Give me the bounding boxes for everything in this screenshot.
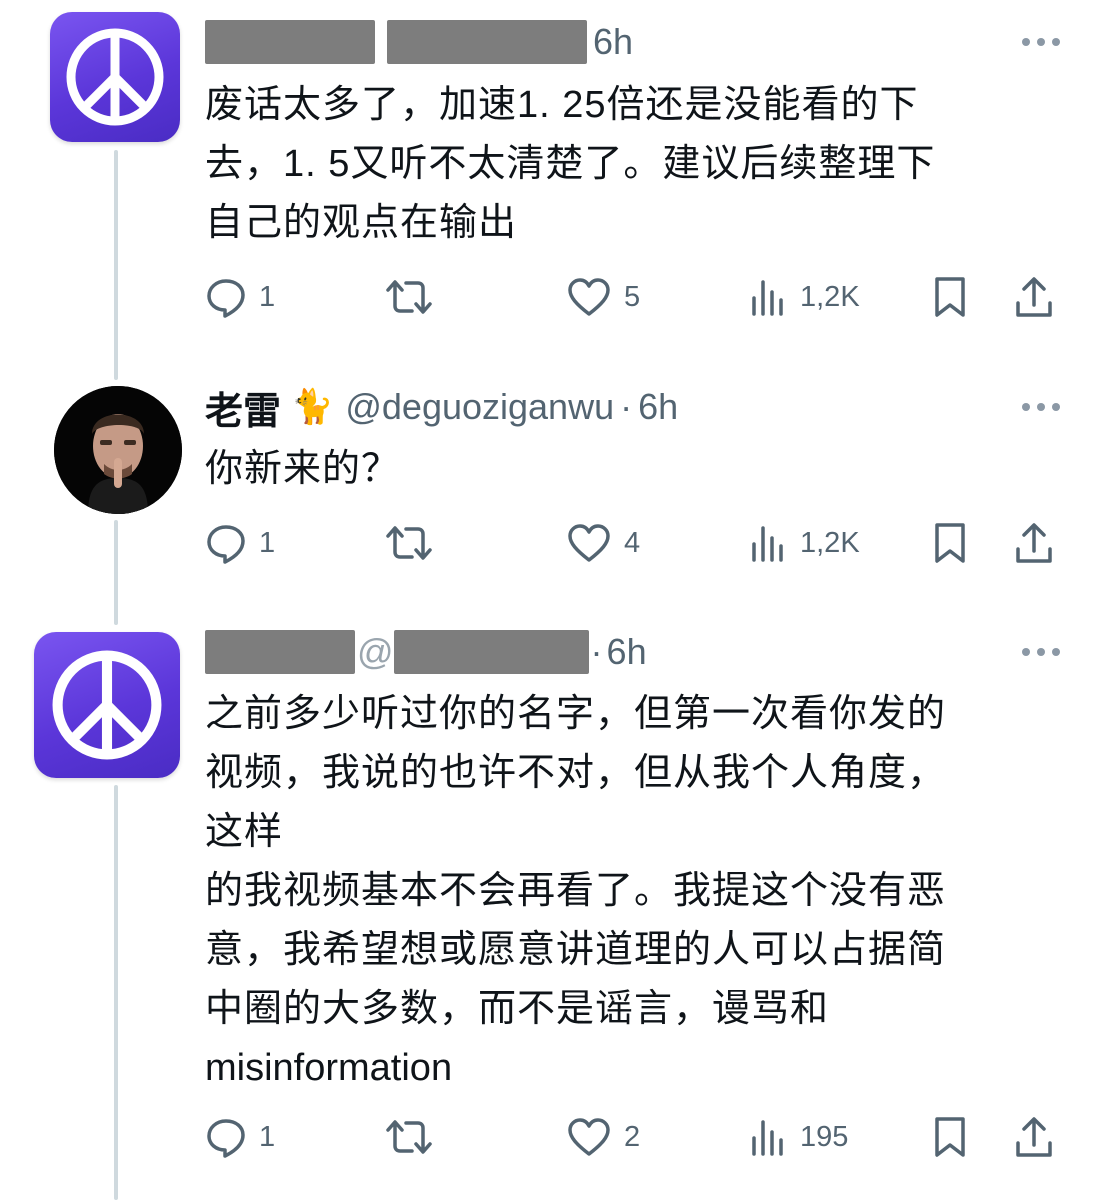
bar-chart-icon: [752, 1120, 783, 1156]
peace-sign-icon: [52, 650, 162, 760]
avatar[interactable]: [34, 632, 180, 778]
retweet-icon: [386, 1120, 432, 1154]
header-separator: ·: [590, 631, 603, 672]
view-count: 195: [800, 1120, 849, 1153]
tweet-text-line: 之前多少听过你的名字，但第一次看你发的: [205, 693, 947, 735]
reply-button[interactable]: 1: [205, 1112, 275, 1162]
tweet-text-line: misinformation: [205, 1047, 453, 1089]
bookmark-icon: [935, 1117, 965, 1157]
redacted-name: [205, 630, 355, 674]
tweet-text-line: 视频，我说的也许不对，但从我个人角度，: [205, 752, 947, 794]
tweet-text: 之前多少听过你的名字，但第一次看你发的 视频，我说的也许不对，但从我个人角度， …: [205, 685, 1065, 1098]
like-count: 2: [624, 1120, 641, 1153]
timestamp[interactable]: 6h: [607, 631, 647, 673]
reply-count: 1: [259, 1120, 276, 1153]
tweet-text-line: 的我视频基本不会再看了。我提这个没有恶: [205, 870, 947, 912]
handle-prefix: @: [357, 631, 394, 672]
tweet-text-line: 这样: [205, 811, 284, 853]
reply-bubble-icon: [207, 1119, 245, 1158]
share-button[interactable]: [1014, 1112, 1054, 1162]
views-button[interactable]: 195: [750, 1112, 848, 1162]
tweet[interactable]: @ · 6h 之前多少听过你的名字，但第一次看你发的 视频，我说的也许不对，但从…: [0, 0, 1113, 1200]
share-upload-icon: [1016, 1117, 1052, 1157]
tweet-text-line: 中圈的大多数，而不是谣言，谩骂和: [205, 988, 830, 1030]
tweet-header: @ · 6h: [205, 622, 1073, 682]
heart-icon: [568, 1118, 610, 1156]
retweet-button[interactable]: [384, 1112, 446, 1162]
tweet-text-line: 意，我希望想或愿意讲道理的人可以占据简: [205, 929, 947, 971]
more-horizontal-icon[interactable]: [1021, 646, 1061, 658]
like-button[interactable]: 2: [566, 1112, 640, 1162]
redacted-handle: [393, 630, 589, 674]
action-bar: 1 2 195: [0, 1112, 1113, 1162]
bookmark-button[interactable]: [932, 1112, 968, 1162]
